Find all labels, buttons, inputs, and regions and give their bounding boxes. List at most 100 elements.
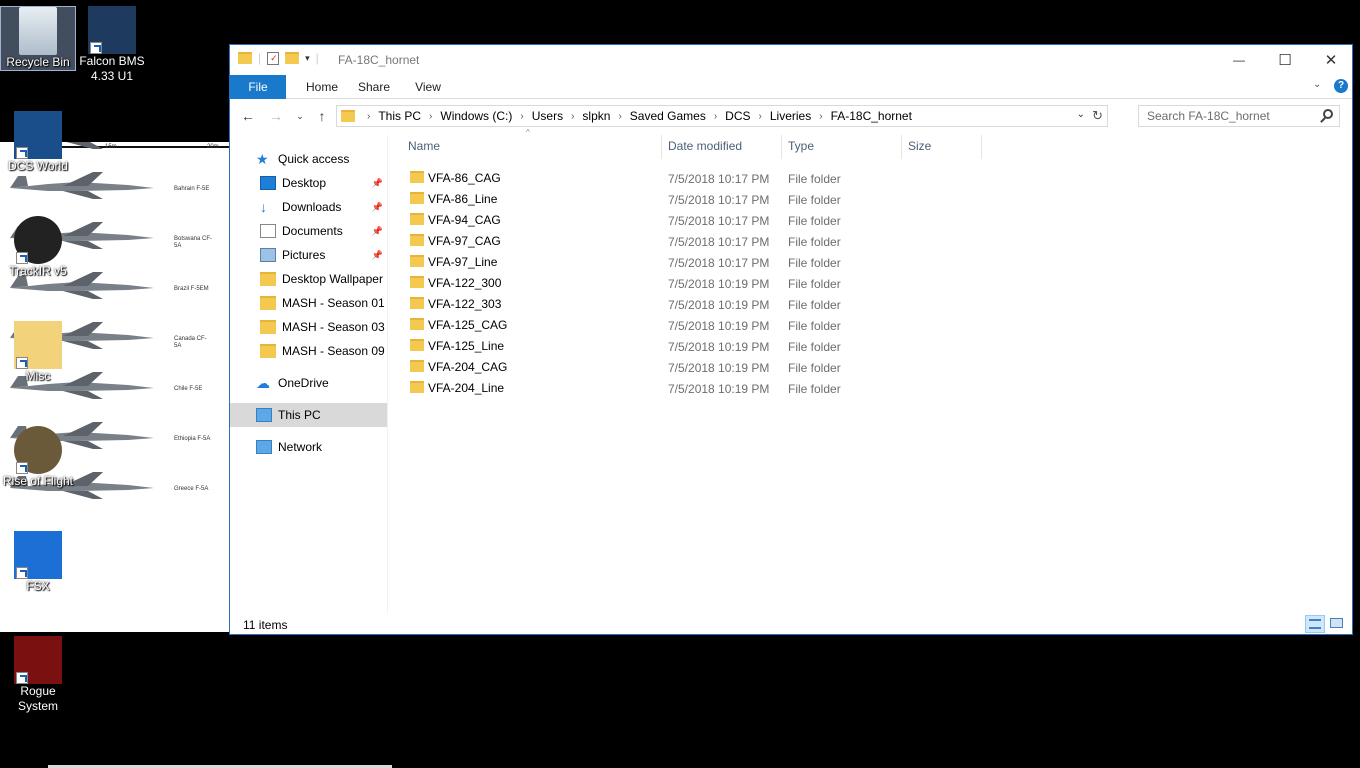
wallpaper-jet-label: Austria F-5E — [174, 142, 214, 143]
search-icon — [1323, 109, 1333, 119]
sidebar-item-onedrive[interactable]: ☁ OneDrive — [230, 371, 387, 395]
expand-ribbon-icon[interactable]: ⌄ — [1313, 79, 1321, 90]
up-arrow-icon: ↑ — [318, 108, 326, 124]
minimize-button[interactable]: — — [1216, 45, 1262, 75]
chevron-right-icon[interactable]: › — [618, 111, 621, 122]
desktop-icon-recycle-bin[interactable]: Recycle Bin — [0, 6, 76, 71]
search-input[interactable]: Search FA-18C_hornet — [1138, 105, 1340, 127]
chevron-right-icon[interactable]: › — [759, 111, 762, 122]
breadcrumb-segment[interactable]: › Saved Games — [610, 109, 705, 123]
tab-home[interactable]: Home — [296, 75, 348, 99]
tab-file[interactable]: File — [230, 75, 286, 99]
breadcrumb-label: Windows (C:) — [440, 109, 513, 123]
chevron-right-icon[interactable]: › — [819, 111, 822, 122]
column-header-date[interactable]: Date modified — [662, 135, 782, 159]
wallpaper-jet-label: Canada CF-5A — [174, 336, 207, 349]
chevron-right-icon[interactable]: › — [520, 111, 523, 122]
breadcrumb-segment[interactable]: › Users — [512, 109, 563, 123]
table-row[interactable]: VFA-204_Line 7/5/2018 10:19 PM File folder — [402, 377, 1002, 398]
pane-splitter[interactable] — [387, 135, 388, 613]
customize-toolbar-icon[interactable]: ▾ — [305, 53, 310, 64]
sidebar-item-pictures[interactable]: Pictures 📌 — [230, 243, 387, 267]
desktop-icon-falcon-bms[interactable]: Falcon BMS 4.33 U1 — [74, 6, 150, 84]
breadcrumb-segment[interactable]: › This PC — [359, 109, 421, 123]
refresh-icon[interactable]: ↻ — [1092, 108, 1103, 124]
table-row[interactable]: VFA-204_CAG 7/5/2018 10:19 PM File folder — [402, 356, 1002, 377]
table-row[interactable]: VFA-86_CAG 7/5/2018 10:17 PM File folder — [402, 167, 1002, 188]
chevron-right-icon[interactable]: › — [429, 111, 432, 122]
table-row[interactable]: VFA-122_300 7/5/2018 10:19 PM File folder — [402, 272, 1002, 293]
large-icons-view-button[interactable] — [1327, 615, 1347, 633]
up-button[interactable]: ↑ — [312, 106, 332, 126]
address-dropdown-icon[interactable]: ⌄ — [1077, 109, 1085, 120]
pin-icon[interactable]: 📌 — [372, 226, 383, 237]
sidebar-item-quick-access[interactable]: ★ Quick access — [230, 147, 387, 171]
file-date: 7/5/2018 10:19 PM — [668, 340, 770, 354]
sidebar-item-network[interactable]: Network — [230, 435, 387, 459]
table-row[interactable]: VFA-97_Line 7/5/2018 10:17 PM File folder — [402, 251, 1002, 272]
address-bar[interactable]: › This PC › Windows (C:) › Users › slpkn › Saved … — [336, 105, 1108, 127]
desktop-icon-fsx[interactable]: FSX — [0, 531, 76, 594]
sidebar-item-desktop-wallpaper[interactable]: Desktop Wallpaper — [230, 267, 387, 291]
breadcrumb-segment[interactable]: › Windows (C:) — [421, 109, 512, 123]
desktop-icon-trackir[interactable]: TrackIR v5 — [0, 216, 76, 279]
file-type: File folder — [788, 340, 841, 354]
chevron-right-icon[interactable]: › — [367, 111, 370, 122]
sidebar-item-this-pc[interactable]: This PC — [230, 403, 387, 427]
desktop-icon-label: TrackIR v5 — [9, 264, 67, 278]
details-view-button[interactable] — [1305, 615, 1325, 633]
sidebar-item-mash-season-03[interactable]: MASH - Season 03 — [230, 315, 387, 339]
close-button[interactable]: ✕ — [1308, 45, 1354, 75]
chevron-right-icon[interactable]: › — [714, 111, 717, 122]
breadcrumb-segment[interactable]: › Liveries — [751, 109, 812, 123]
back-button[interactable]: ← — [238, 106, 258, 126]
table-row[interactable]: VFA-86_Line 7/5/2018 10:17 PM File folder — [402, 188, 1002, 209]
table-row[interactable]: VFA-125_Line 7/5/2018 10:19 PM File folder — [402, 335, 1002, 356]
properties-icon[interactable]: ✓ — [267, 51, 280, 65]
sidebar-item-label: Desktop — [282, 176, 327, 190]
desktop-icon-label: DCS World — [8, 159, 68, 173]
new-folder-icon[interactable] — [285, 52, 300, 64]
file-name: VFA-97_Line — [428, 255, 498, 269]
dcs-world-icon — [14, 111, 62, 159]
navigation-pane: ★ Quick access Desktop 📌 ↓ Downloads 📌 Document… — [230, 143, 387, 613]
file-date: 7/5/2018 10:17 PM — [668, 214, 770, 228]
table-row[interactable]: VFA-97_CAG 7/5/2018 10:17 PM File folder — [402, 230, 1002, 251]
folder-icon — [238, 52, 252, 64]
tab-share[interactable]: Share — [348, 75, 400, 99]
table-row[interactable]: VFA-122_303 7/5/2018 10:19 PM File folder — [402, 293, 1002, 314]
tab-view[interactable]: View — [402, 75, 454, 99]
sidebar-item-downloads[interactable]: ↓ Downloads 📌 — [230, 195, 387, 219]
column-header-name[interactable]: Name — [402, 135, 662, 159]
desktop-icon-rogue-system[interactable]: Rogue System — [0, 636, 76, 714]
pin-icon[interactable]: 📌 — [372, 250, 383, 261]
maximize-button[interactable]: ☐ — [1262, 45, 1308, 75]
table-row[interactable]: VFA-94_CAG 7/5/2018 10:17 PM File folder — [402, 209, 1002, 230]
sidebar-item-mash-season-09[interactable]: MASH - Season 09 — [230, 339, 387, 363]
chevron-right-icon[interactable]: › — [571, 111, 574, 122]
desktop-icon-rise-of-flight[interactable]: Rise of Flight — [0, 426, 76, 489]
pin-icon[interactable]: 📌 — [372, 202, 383, 213]
file-date: 7/5/2018 10:19 PM — [668, 277, 770, 291]
title-bar[interactable]: | ✓ ▾ | FA-18C_hornet — ☐ ✕ — [230, 45, 1352, 75]
desktop-icon-dcs-world[interactable]: DCS World — [0, 111, 76, 174]
forward-button[interactable]: → — [266, 106, 286, 126]
breadcrumb-label: FA-18C_hornet — [830, 109, 912, 123]
sidebar-item-desktop[interactable]: Desktop 📌 — [230, 171, 387, 195]
breadcrumb-segment[interactable]: › slpkn — [563, 109, 610, 123]
chevron-down-icon: ⌄ — [296, 110, 304, 121]
recycle-bin-icon — [19, 7, 57, 55]
help-icon[interactable]: ? — [1334, 79, 1348, 93]
breadcrumb-segment[interactable]: › DCS — [706, 109, 751, 123]
file-date: 7/5/2018 10:17 PM — [668, 172, 770, 186]
pin-icon[interactable]: 📌 — [372, 178, 383, 189]
recent-locations-button[interactable]: ⌄ — [290, 106, 310, 126]
sidebar-item-documents[interactable]: Documents 📌 — [230, 219, 387, 243]
column-header-type[interactable]: Type — [782, 135, 902, 159]
column-header-size[interactable]: Size — [902, 135, 982, 159]
table-row[interactable]: VFA-125_CAG 7/5/2018 10:19 PM File folder — [402, 314, 1002, 335]
file-type: File folder — [788, 382, 841, 396]
breadcrumb-segment[interactable]: › FA-18C_hornet — [811, 109, 912, 123]
sidebar-item-mash-season-01[interactable]: MASH - Season 01 — [230, 291, 387, 315]
desktop-icon-misc-folder[interactable]: Misc — [0, 321, 76, 384]
